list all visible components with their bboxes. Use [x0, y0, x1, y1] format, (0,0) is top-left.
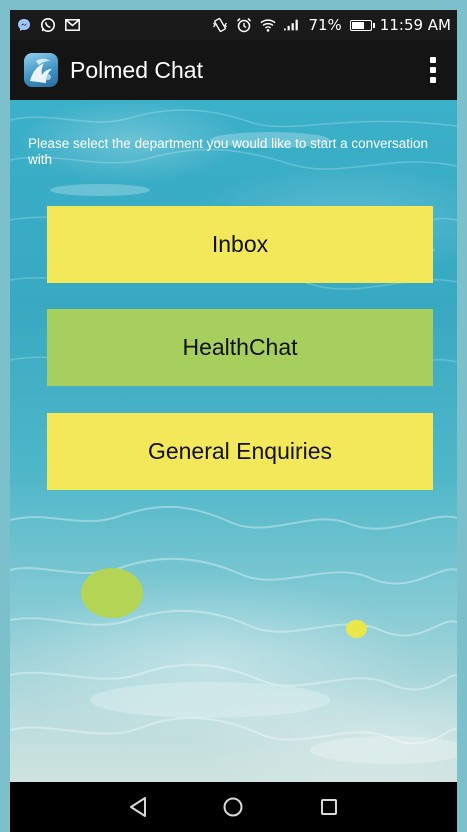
inbox-button[interactable]: Inbox [47, 206, 433, 283]
overflow-menu-icon[interactable] [421, 52, 445, 88]
alarm-icon [236, 17, 252, 33]
decorative-bubble-large [81, 568, 143, 618]
menu-dot [430, 57, 436, 63]
signal-icon [284, 17, 300, 33]
menu-dot [430, 77, 436, 83]
vibrate-icon [212, 17, 228, 33]
app-title: Polmed Chat [70, 56, 203, 83]
general-enquiries-button[interactable]: General Enquiries [47, 413, 433, 490]
battery-level-fill [351, 21, 364, 29]
phone-screen: 71% 11:59 AM Polmed Chat Please select t… [10, 10, 457, 832]
status-time: 11:59 AM [379, 16, 451, 34]
healthchat-button[interactable]: HealthChat [47, 309, 433, 386]
battery-icon [349, 19, 375, 31]
back-icon[interactable] [123, 792, 153, 822]
messenger-notification-icon [16, 17, 32, 33]
status-left-icons [16, 17, 80, 33]
decorative-bubble-small [346, 620, 367, 638]
home-icon[interactable] [218, 792, 248, 822]
wifi-icon [260, 17, 277, 33]
gmail-icon [64, 17, 80, 33]
battery-percent: 71% [308, 16, 342, 34]
instruction-text: Please select the department you would l… [28, 136, 428, 167]
status-bar: 71% 11:59 AM [10, 10, 457, 40]
navigation-bar [10, 782, 457, 832]
action-bar: Polmed Chat [10, 40, 457, 100]
menu-dot [430, 67, 436, 73]
app-logo-icon [24, 53, 58, 87]
whatsapp-icon [40, 17, 56, 33]
department-selection-screen: Please select the department you would l… [10, 100, 457, 782]
recents-icon[interactable] [314, 792, 344, 822]
status-right-icons: 71% 11:59 AM [212, 16, 451, 34]
